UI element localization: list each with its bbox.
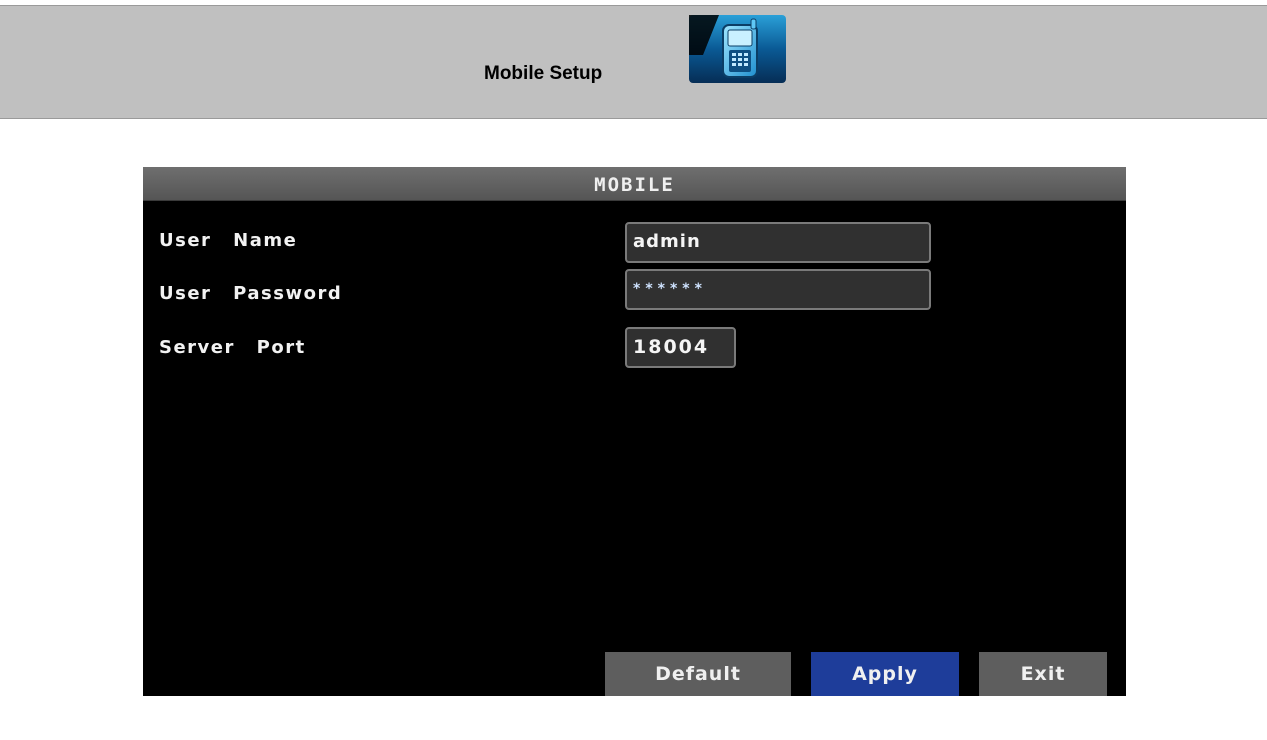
dialog-titlebar: MOBILE [143, 167, 1126, 201]
mobile-settings-dialog: MOBILE User Name admin User Password ***… [143, 167, 1126, 696]
user-password-label: User Password [159, 283, 343, 304]
user-name-input[interactable]: admin [625, 222, 931, 263]
dialog-title: MOBILE [594, 174, 675, 196]
user-password-input[interactable]: ****** [625, 269, 931, 310]
page-title: Mobile Setup [484, 63, 603, 84]
exit-button[interactable]: Exit [979, 652, 1107, 696]
server-port-input[interactable]: 18004 [625, 327, 736, 368]
mobile-phone-icon [689, 15, 786, 83]
user-name-label: User Name [159, 230, 298, 251]
server-port-label: Server Port [159, 337, 306, 358]
page-header: Mobile Setup [0, 5, 1267, 119]
default-button[interactable]: Default [605, 652, 791, 696]
apply-button[interactable]: Apply [811, 652, 959, 696]
